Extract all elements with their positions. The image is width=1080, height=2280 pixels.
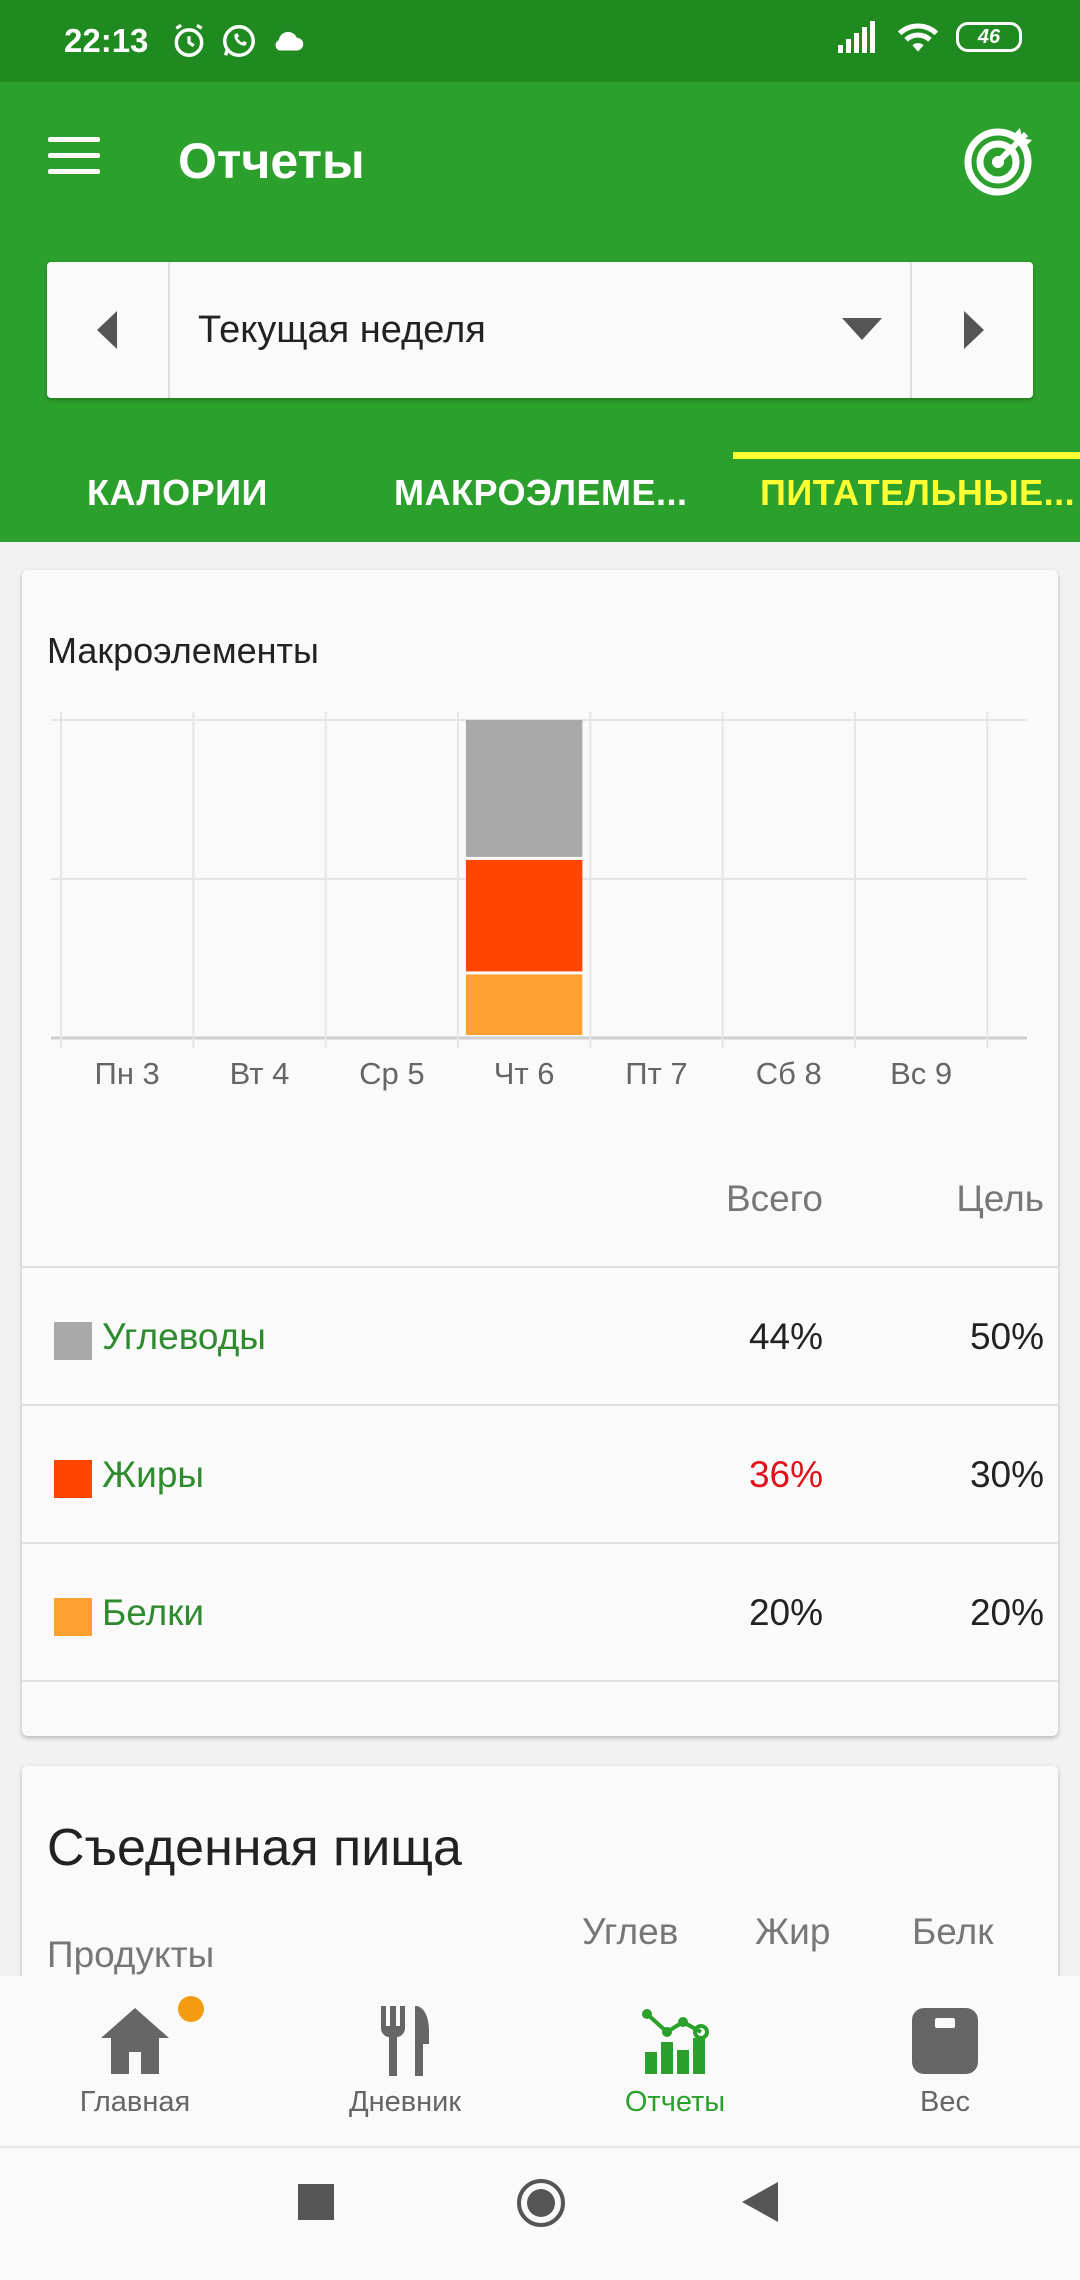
chart-x-tick-label: Вт 4 [230, 1056, 290, 1091]
nav-weight[interactable]: Вес [810, 1976, 1080, 2148]
macro-goal: 30% [969, 1454, 1044, 1495]
nav-reports-label: Отчеты [624, 2086, 726, 2118]
macros-card: Макроэлементы Пн 3 Вт 4 Ср 5 Чт 6 Пт 7 Сб 8 Вс… [22, 570, 1058, 1736]
nav-diary[interactable]: Дневник [270, 1976, 540, 2148]
nav-diary-label: Дневник [348, 2086, 462, 2118]
scale-icon [912, 2008, 978, 2074]
macro-row-protein: Белки 20% 20% [22, 1542, 1058, 1680]
macro-label: Жиры [102, 1454, 205, 1495]
week-label: Текущая неделя [198, 308, 486, 351]
nav-reports[interactable]: Отчеты [540, 1976, 810, 2148]
nav-home-label: Главная [79, 2086, 191, 2118]
page-title: Отчеты [178, 133, 365, 189]
tab-macros[interactable]: МАКРОЭЛЕМЕ... [394, 472, 688, 514]
home-icon [101, 2008, 169, 2074]
eaten-food-card: Съеденная пища Продукты Углев Жир Белк [22, 1766, 1058, 2006]
header-goal: Цель [956, 1178, 1044, 1219]
week-dropdown[interactable]: Текущая неделя [170, 262, 910, 398]
next-week-button[interactable] [910, 262, 1033, 398]
status-time: 22:13 [64, 22, 149, 59]
nav-weight-label: Вес [920, 2086, 970, 2118]
signal-icon [838, 21, 875, 53]
macro-label: Углеводы [102, 1316, 266, 1357]
back-button[interactable] [742, 2182, 778, 2222]
fat-color-swatch [54, 1460, 92, 1498]
tab-nutrients[interactable]: ПИТАТЕЛЬНЫЕ... [760, 472, 1075, 514]
cloud-icon [275, 31, 304, 51]
fork-knife-icon [381, 2006, 429, 2076]
status-icons-right: 46 [836, 20, 1022, 54]
chart-icon [642, 2009, 709, 2074]
battery-icon: 46 [956, 22, 1022, 52]
menu-button[interactable] [48, 137, 100, 181]
chart-x-tick-label: Пн 3 [95, 1056, 160, 1091]
protein-color-swatch [54, 1598, 92, 1636]
macro-total: 20% [748, 1592, 823, 1633]
chart-bar-segment [465, 859, 583, 972]
active-tab-indicator [733, 452, 1080, 459]
chart-x-tick-label: Ср 5 [359, 1056, 424, 1091]
wifi-icon [897, 23, 939, 52]
col-fat: Жир [755, 1911, 831, 1952]
chart-x-tick-label: Чт 6 [494, 1056, 555, 1091]
whatsapp-icon [223, 25, 255, 57]
col-protein: Белк [912, 1911, 994, 1952]
macro-label: Белки [102, 1592, 205, 1633]
bottom-navigation: Главная Дневник Отчеты Вес [0, 1976, 1080, 2148]
goal-target-icon[interactable] [960, 120, 1040, 200]
dropdown-arrow-icon [842, 318, 882, 340]
system-navigation [0, 2148, 1080, 2280]
macro-goal: 20% [969, 1592, 1044, 1633]
macros-card-title: Макроэлементы [47, 630, 319, 671]
chevron-left-icon [96, 311, 117, 349]
chart-bar-segment [465, 720, 583, 857]
macro-total: 44% [748, 1316, 823, 1357]
macros-chart: Пн 3 Вт 4 Ср 5 Чт 6 Пт 7 Сб 8 Вс 9 [51, 712, 1027, 1091]
week-selector: Текущая неделя [47, 262, 1033, 398]
food-card-title: Съеденная пища [47, 1819, 462, 1877]
table-divider [22, 1680, 1058, 1682]
notification-badge [178, 1996, 204, 2022]
col-products: Продукты [47, 1934, 215, 1975]
macro-total: 36% [748, 1454, 823, 1495]
chart-x-tick-label: Вс 9 [890, 1056, 952, 1091]
macro-row-carbs: Углеводы 44% 50% [22, 1266, 1058, 1404]
chart-bar-segment [465, 974, 583, 1035]
col-carbs: Углев [582, 1911, 679, 1952]
app-bar: Отчеты Текущая неделя КАЛОРИИ МАКРОЭЛЕМЕ… [0, 82, 1080, 542]
chevron-right-icon [963, 311, 984, 349]
macro-goal: 50% [969, 1316, 1044, 1357]
alarm-icon [174, 23, 204, 57]
recents-button[interactable] [298, 2184, 334, 2220]
previous-week-button[interactable] [47, 262, 170, 398]
tab-calories[interactable]: КАЛОРИИ [87, 472, 268, 514]
status-icons-left [170, 22, 308, 60]
macro-row-fat: Жиры 36% 30% [22, 1404, 1058, 1542]
status-bar: 22:13 46 [0, 0, 1080, 82]
header-total: Всего [725, 1178, 823, 1219]
nav-home[interactable]: Главная [0, 1976, 270, 2148]
chart-x-tick-label: Пт 7 [625, 1056, 687, 1091]
chart-x-tick-label: Сб 8 [756, 1056, 822, 1091]
tab-bar: КАЛОРИИ МАКРОЭЛЕМЕ... ПИТАТЕЛЬНЫЕ... [0, 452, 1080, 542]
carbs-color-swatch [54, 1322, 92, 1360]
home-button[interactable] [516, 2178, 566, 2228]
